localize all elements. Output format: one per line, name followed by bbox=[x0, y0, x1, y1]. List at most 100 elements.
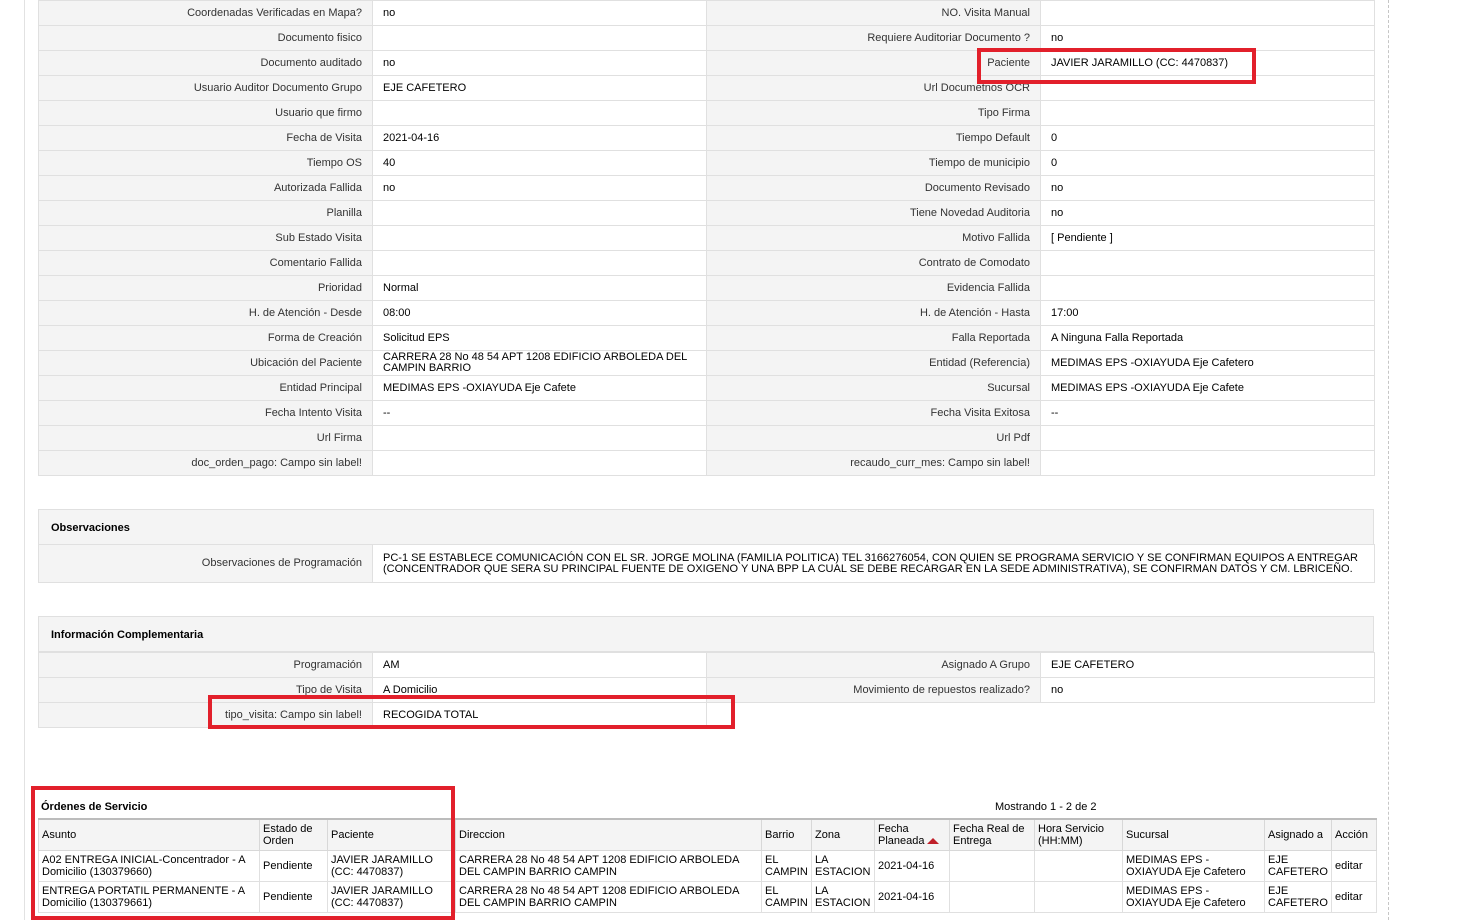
field-label: Prioridad bbox=[38, 275, 373, 301]
field-label: doc_orden_pago: Campo sin label! bbox=[38, 450, 373, 476]
cell-direccion: CARRERA 28 No 48 54 APT 1208 EDIFICIO AR… bbox=[455, 881, 762, 913]
field-label: Fecha de Visita bbox=[38, 125, 373, 151]
field-value bbox=[1040, 275, 1375, 301]
field-value: MEDIMAS EPS -OXIAYUDA Eje Cafete bbox=[372, 375, 707, 401]
orders-title: Órdenes de Servicio bbox=[41, 801, 148, 813]
details-row: Fecha Intento Visita -- Fecha Visita Exito… bbox=[38, 400, 1375, 426]
cell-sucursal: MEDIMAS EPS - OXIAYUDA Eje Cafetero bbox=[1122, 850, 1265, 882]
field-value bbox=[1040, 450, 1375, 476]
col-fecha-real[interactable]: Fecha Real de Entrega bbox=[949, 818, 1035, 851]
field-value: EJE CAFETERO bbox=[1040, 652, 1375, 678]
col-barrio[interactable]: Barrio bbox=[761, 818, 812, 851]
field-value: no bbox=[372, 50, 707, 76]
field-label: Url Documetnos OCR bbox=[706, 75, 1041, 101]
field-value: CARRERA 28 No 48 54 APT 1208 EDIFICIO AR… bbox=[372, 350, 707, 376]
tipo-visita-value: RECOGIDA TOTAL bbox=[372, 702, 707, 728]
cell-estado: Pendiente bbox=[259, 881, 328, 913]
field-label: NO. Visita Manual bbox=[706, 0, 1041, 26]
col-fecha-planeada[interactable]: Fecha Planeada bbox=[874, 818, 950, 851]
field-label: Movimiento de repuestos realizado? bbox=[706, 677, 1041, 703]
field-value bbox=[372, 100, 707, 126]
cell-barrio: EL CAMPIN bbox=[761, 881, 812, 913]
cell-paciente: JAVIER JARAMILLO (CC: 4470837) bbox=[327, 850, 456, 882]
field-label: Fecha Intento Visita bbox=[38, 400, 373, 426]
field-label: Url Pdf bbox=[706, 425, 1041, 451]
field-label: Falla Reportada bbox=[706, 325, 1041, 351]
complementaria-title: Información Complementaria bbox=[51, 629, 204, 641]
details-row: Documento auditado no Paciente JAVIER JARAM… bbox=[38, 50, 1375, 76]
field-label: Usuario que firmo bbox=[38, 100, 373, 126]
table-row: ENTREGA PORTATIL PERMANENTE - A Domicili… bbox=[38, 881, 1377, 913]
field-label: Paciente bbox=[706, 50, 1041, 76]
table-row: A02 ENTREGA INICIAL-Concentrador - A Dom… bbox=[38, 850, 1377, 882]
visit-details-table: Coordenadas Verificadas en Mapa? no NO. Vi… bbox=[38, 0, 1375, 476]
orders-table: Asunto Estado de Orden Paciente Direccio… bbox=[38, 818, 1377, 913]
field-value: -- bbox=[1040, 400, 1375, 426]
col-estado[interactable]: Estado de Orden bbox=[259, 818, 328, 851]
field-label: Entidad Principal bbox=[38, 375, 373, 401]
field-value: A Ninguna Falla Reportada bbox=[1040, 325, 1375, 351]
field-value: no bbox=[372, 175, 707, 201]
orders-pagination-count: Mostrando 1 - 2 de 2 bbox=[995, 801, 1097, 813]
field-value bbox=[1040, 100, 1375, 126]
cell-sucursal: MEDIMAS EPS - OXIAYUDA Eje Cafetero bbox=[1122, 881, 1265, 913]
field-value: [ Pendiente ] bbox=[1040, 225, 1375, 251]
field-label: Entidad (Referencia) bbox=[706, 350, 1041, 376]
field-value bbox=[372, 250, 707, 276]
cell-fecha-planeada: 2021-04-16 bbox=[874, 881, 950, 913]
edit-link[interactable]: editar bbox=[1331, 850, 1377, 882]
field-label: Tiempo OS bbox=[38, 150, 373, 176]
field-value bbox=[372, 25, 707, 51]
sort-ascending-icon[interactable] bbox=[926, 838, 939, 845]
col-accion: Acción bbox=[1331, 818, 1377, 851]
field-value bbox=[372, 450, 707, 476]
field-label: H. de Atención - Desde bbox=[38, 300, 373, 326]
field-value bbox=[372, 425, 707, 451]
field-value bbox=[1040, 250, 1375, 276]
details-row: Prioridad Normal Evidencia Fallida bbox=[38, 275, 1375, 301]
field-label: Tiempo de municipio bbox=[706, 150, 1041, 176]
details-row: Sub Estado Visita Motivo Fallida[ Pendien… bbox=[38, 225, 1375, 251]
details-row: Planilla Tiene Novedad Auditoria no bbox=[38, 200, 1375, 226]
field-value bbox=[1040, 0, 1375, 26]
col-sucursal[interactable]: Sucursal bbox=[1122, 818, 1265, 851]
content-right-border bbox=[1388, 0, 1389, 920]
cell-hora bbox=[1034, 850, 1123, 882]
details-row: Documento fisico Requiere Auditoriar Docu… bbox=[38, 25, 1375, 51]
cell-fecha-real bbox=[949, 850, 1035, 882]
col-paciente[interactable]: Paciente bbox=[327, 818, 456, 851]
field-value bbox=[372, 200, 707, 226]
field-value: 2021-04-16 bbox=[372, 125, 707, 151]
col-asunto[interactable]: Asunto bbox=[38, 818, 260, 851]
field-value bbox=[1040, 75, 1375, 101]
field-label: Programación bbox=[38, 652, 373, 678]
field-value: 17:00 bbox=[1040, 300, 1375, 326]
col-zona[interactable]: Zona bbox=[811, 818, 875, 851]
field-value: EJE CAFETERO bbox=[372, 75, 707, 101]
field-label: H. de Atención - Hasta bbox=[706, 300, 1041, 326]
field-label: Evidencia Fallida bbox=[706, 275, 1041, 301]
field-label: Documento Revisado bbox=[706, 175, 1041, 201]
field-label: Autorizada Fallida bbox=[38, 175, 373, 201]
observaciones-text: PC-1 SE ESTABLECE COMUNICACIÓN CON EL SR… bbox=[372, 544, 1375, 583]
details-row: Url Firma Url Pdf bbox=[38, 425, 1375, 451]
col-direccion[interactable]: Direccion bbox=[455, 818, 762, 851]
field-value: 0 bbox=[1040, 125, 1375, 151]
observaciones-label: Observaciones de Programación bbox=[38, 544, 373, 583]
field-value: no bbox=[1040, 25, 1375, 51]
field-label: Tiene Novedad Auditoria bbox=[706, 200, 1041, 226]
col-hora[interactable]: Hora Servicio (HH:MM) bbox=[1034, 818, 1123, 851]
field-value bbox=[372, 225, 707, 251]
col-asignado[interactable]: Asignado a bbox=[1264, 818, 1332, 851]
field-value: A Domicilio bbox=[372, 677, 707, 703]
cell-direccion: CARRERA 28 No 48 54 APT 1208 EDIFICIO AR… bbox=[455, 850, 762, 882]
field-value: no bbox=[1040, 677, 1375, 703]
cell-zona: LA ESTACION bbox=[811, 850, 875, 882]
field-value: 40 bbox=[372, 150, 707, 176]
field-value: AM bbox=[372, 652, 707, 678]
field-label: Url Firma bbox=[38, 425, 373, 451]
edit-link[interactable]: editar bbox=[1331, 881, 1377, 913]
details-row: doc_orden_pago: Campo sin label! recaudo_… bbox=[38, 450, 1375, 476]
field-label: Sub Estado Visita bbox=[38, 225, 373, 251]
details-row: Forma de Creación Solicitud EPS Falla Repo… bbox=[38, 325, 1375, 351]
